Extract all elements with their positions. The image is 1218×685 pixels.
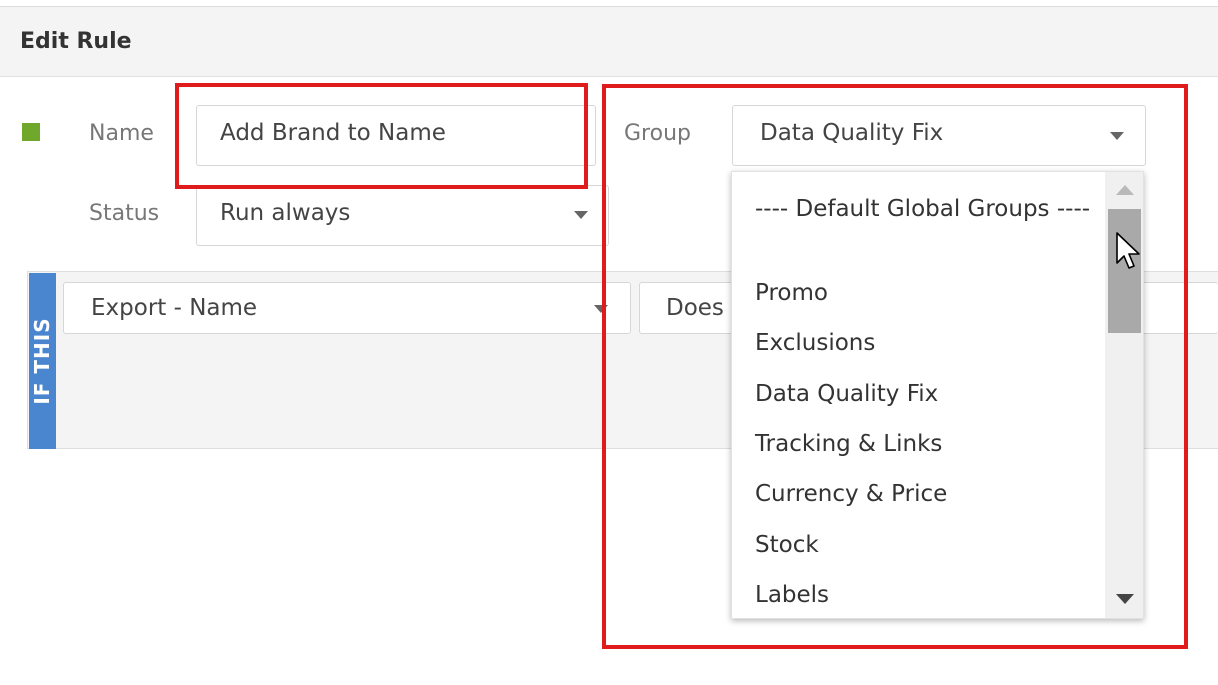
status-select[interactable]: Run always	[196, 185, 609, 246]
page-title: Edit Rule	[20, 29, 132, 54]
condition-field-value: Export - Name	[91, 295, 258, 321]
condition-field-select[interactable]: Export - Name	[63, 282, 631, 334]
status-label: Status	[89, 201, 160, 226]
rule-color-indicator[interactable]	[22, 123, 40, 141]
page-header: Edit Rule	[0, 7, 1218, 77]
status-select-value: Run always	[220, 200, 351, 226]
chevron-down-icon	[574, 211, 588, 219]
group-highlight-box	[602, 84, 1188, 649]
if-this-label: IF THIS	[30, 317, 54, 405]
name-highlight-box	[175, 83, 588, 189]
name-label: Name	[89, 121, 154, 146]
